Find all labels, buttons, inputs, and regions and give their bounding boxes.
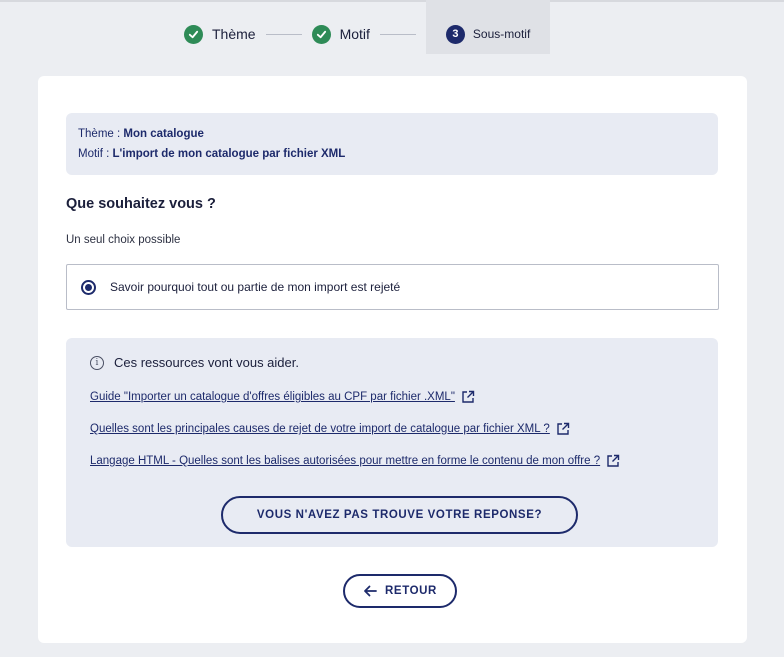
context-summary: Thème : Mon catalogue Motif : L'import d…: [66, 113, 718, 175]
context-motif-label: Motif :: [78, 148, 113, 160]
question-title: Que souhaitez vous ?: [66, 196, 216, 212]
check-icon: [184, 24, 203, 44]
resource-link-causes[interactable]: Quelles sont les principales causes de r…: [90, 422, 570, 436]
step-theme[interactable]: Thème: [184, 14, 256, 54]
check-icon: [311, 24, 331, 44]
external-link-icon: [606, 454, 620, 468]
context-theme-label: Thème :: [78, 128, 124, 140]
resource-link-html[interactable]: Langage HTML - Quelles sont les balises …: [90, 454, 620, 468]
step-number-badge: 3: [445, 24, 465, 44]
step-label: Motif: [339, 26, 370, 42]
step-connector: [379, 33, 416, 35]
stepper: Thème Motif 3 Sous-motif: [184, 0, 551, 68]
radio-option-label: Savoir pourquoi tout ou partie de mon im…: [110, 280, 401, 294]
resource-link-text: Quelles sont les principales causes de r…: [90, 423, 550, 435]
external-link-icon: [461, 390, 475, 404]
external-link-icon: [556, 422, 570, 436]
radio-option[interactable]: Savoir pourquoi tout ou partie de mon im…: [66, 264, 719, 310]
radio-selected-dot: [85, 283, 92, 291]
resources-header-text: Ces ressources vont vous aider.: [114, 355, 299, 370]
resources-panel: i Ces ressources vont vous aider. Guide …: [66, 338, 718, 547]
step-label: Thème: [212, 26, 256, 42]
form-card: Thème : Mon catalogue Motif : L'import d…: [38, 76, 747, 643]
step-connector: [265, 33, 302, 35]
top-divider: [0, 0, 784, 2]
resource-link-guide[interactable]: Guide "Importer un catalogue d'offres él…: [90, 390, 475, 404]
info-icon: i: [90, 355, 104, 370]
radio-button[interactable]: [81, 279, 96, 295]
resource-link-text: Guide "Importer un catalogue d'offres él…: [90, 391, 455, 403]
arrow-left-icon: [363, 585, 377, 597]
step-label: Sous-motif: [472, 27, 531, 41]
context-theme-value: Mon catalogue: [123, 128, 204, 140]
step-motif[interactable]: Motif: [311, 14, 370, 54]
context-theme: Thème : Mon catalogue: [78, 124, 706, 144]
context-motif: Motif : L'import de mon catalogue par fi…: [78, 144, 706, 164]
resource-link-text: Langage HTML - Quelles sont les balises …: [90, 455, 601, 467]
context-motif-value: L'import de mon catalogue par fichier XM…: [112, 148, 346, 160]
back-button[interactable]: RETOUR: [343, 574, 457, 608]
resources-header: i Ces ressources vont vous aider.: [90, 355, 299, 370]
step-sous-motif[interactable]: 3 Sous-motif: [425, 0, 551, 54]
question-hint: Un seul choix possible: [66, 234, 181, 246]
not-found-button[interactable]: VOUS N'AVEZ PAS TROUVE VOTRE REPONSE?: [221, 496, 578, 534]
back-button-label: RETOUR: [385, 585, 437, 597]
